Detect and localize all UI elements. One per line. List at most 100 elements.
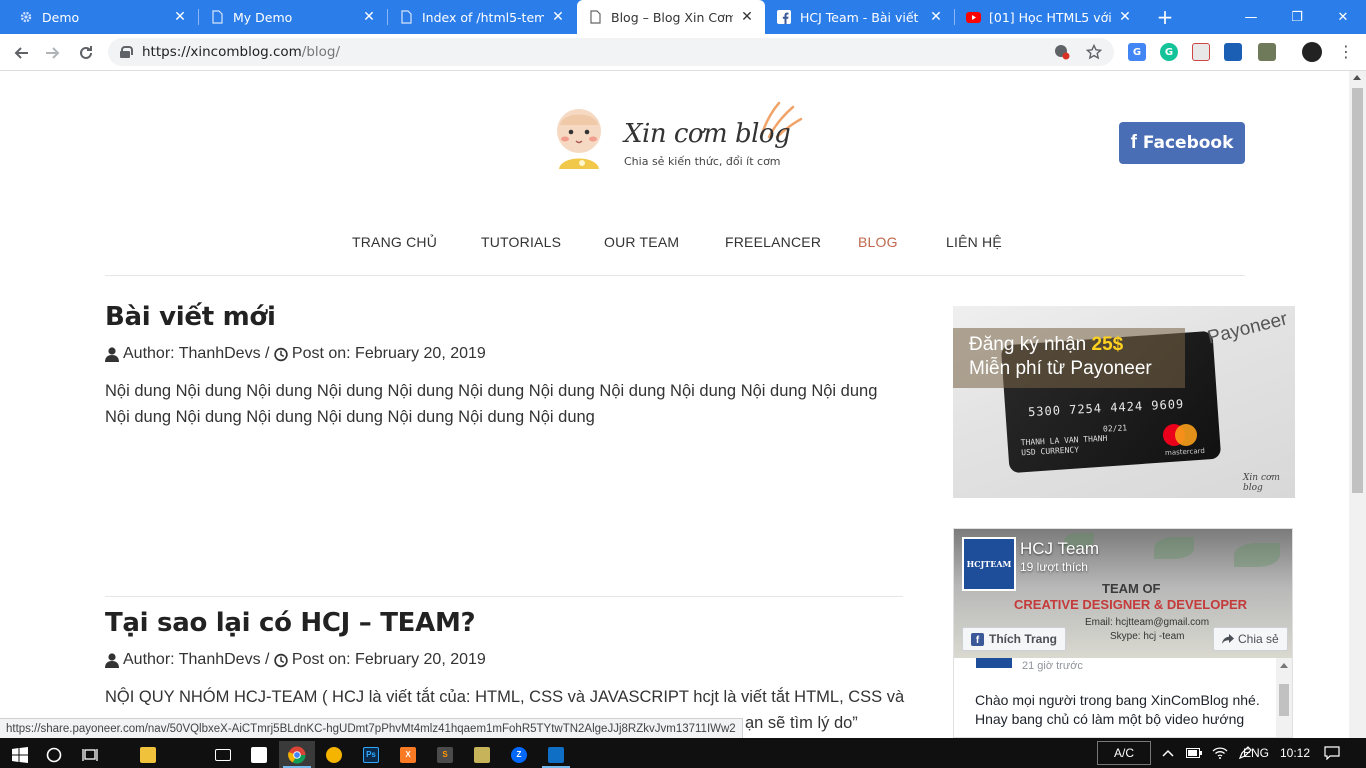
language-indicator[interactable]: ENG bbox=[1243, 738, 1269, 768]
translate-blocked-icon[interactable] bbox=[1054, 44, 1070, 60]
cover-leaf-decoration bbox=[1154, 537, 1194, 559]
file-explorer-app[interactable] bbox=[130, 741, 166, 768]
new-tab-button[interactable]: + bbox=[1153, 0, 1177, 34]
site-logo[interactable]: Xin cơm blog Chia sẻ kiến thức, đổi ít c… bbox=[548, 99, 803, 171]
task-view-button[interactable] bbox=[72, 741, 108, 768]
fb-page-avatar[interactable]: HCJTEAM bbox=[962, 537, 1016, 591]
post-title[interactable]: Bài viết mới bbox=[105, 302, 276, 332]
payoneer-ad-banner[interactable]: 5300 7254 4424 9609 02/21 THANH LA VAN T… bbox=[953, 306, 1295, 498]
google-translate-extension-icon[interactable]: G bbox=[1128, 43, 1146, 61]
tab-youtube[interactable]: [01] Học HTML5 với Pro ✕ bbox=[955, 0, 1143, 34]
tab-title: Blog – Blog Xin Cơm bbox=[611, 9, 733, 25]
tab-title: Index of /html5-templa bbox=[422, 9, 544, 25]
meta-separator: / bbox=[260, 651, 274, 668]
vscode-app[interactable] bbox=[538, 741, 574, 768]
chrome-app[interactable] bbox=[279, 741, 315, 768]
scroll-thumb[interactable] bbox=[1279, 684, 1289, 716]
battery-icon[interactable] bbox=[1186, 738, 1202, 768]
tool-app[interactable] bbox=[464, 741, 500, 768]
nav-item-our-team[interactable]: OUR TEAM bbox=[604, 234, 679, 250]
youtube-icon bbox=[965, 9, 981, 25]
zalo-app[interactable]: Z bbox=[501, 741, 537, 768]
tray-overflow-icon[interactable] bbox=[1162, 738, 1174, 768]
download-extension-icon[interactable] bbox=[1224, 43, 1242, 61]
sublime-icon: S bbox=[437, 746, 453, 763]
profile-avatar[interactable] bbox=[1302, 42, 1322, 62]
meta-separator: / bbox=[260, 345, 274, 362]
facebook-icon: f bbox=[971, 632, 984, 646]
ime-indicator[interactable]: A/C bbox=[1097, 741, 1151, 765]
facebook-page-plugin: TEAM OF CREATIVE DESIGNER & DEVELOPER Em… bbox=[953, 528, 1293, 738]
url-path: /blog/ bbox=[301, 44, 341, 60]
scroll-up-arrow-icon[interactable] bbox=[1353, 75, 1361, 80]
facebook-button[interactable]: f Facebook bbox=[1119, 122, 1245, 164]
close-icon[interactable]: ✕ bbox=[739, 9, 755, 25]
scroll-thumb[interactable] bbox=[1352, 88, 1363, 493]
back-button[interactable] bbox=[7, 39, 35, 67]
address-bar[interactable]: https://xincomblog.com/blog/ bbox=[108, 38, 1114, 66]
grammarly-extension-icon[interactable]: G bbox=[1160, 43, 1178, 61]
nav-item-freelancer[interactable]: FREELANCER bbox=[725, 234, 821, 250]
minimize-button[interactable]: — bbox=[1228, 0, 1274, 34]
post-excerpt-tail: ạn sẽ tìm lý do” bbox=[745, 714, 858, 732]
star-icon[interactable] bbox=[1086, 44, 1102, 60]
page-icon bbox=[587, 9, 603, 25]
start-button[interactable] bbox=[2, 741, 38, 768]
nav-item-contact[interactable]: LIÊN HỆ bbox=[946, 234, 1002, 250]
nav-item-tutorials[interactable]: TUTORIALS bbox=[481, 234, 561, 250]
window-extension-icon[interactable] bbox=[1192, 43, 1210, 61]
fb-page-name[interactable]: HCJ Team bbox=[1020, 539, 1099, 559]
post-date: Post on: February 20, 2019 bbox=[291, 651, 486, 668]
task-view-icon bbox=[82, 748, 98, 761]
reload-button[interactable] bbox=[72, 39, 100, 67]
tool-icon bbox=[474, 746, 490, 763]
nav-item-home[interactable]: TRANG CHỦ bbox=[352, 234, 437, 250]
wifi-icon[interactable] bbox=[1212, 738, 1228, 768]
close-icon[interactable]: ✕ bbox=[1117, 9, 1133, 25]
tab-my-demo[interactable]: My Demo ✕ bbox=[199, 0, 387, 34]
close-icon[interactable]: ✕ bbox=[550, 9, 566, 25]
sublime-app[interactable]: S bbox=[427, 741, 463, 768]
clock[interactable]: 10:12 bbox=[1280, 738, 1310, 768]
fb-like-page-button[interactable]: f Thích Trang bbox=[962, 627, 1067, 651]
fb-page-feed[interactable]: 21 giờ trước Chào mọi người trong bang X… bbox=[954, 658, 1292, 737]
fb-feed-scrollbar[interactable] bbox=[1276, 658, 1292, 737]
link-status-bubble: https://share.payoneer.com/nav/50VQlbxeX… bbox=[0, 718, 743, 738]
facebook-icon bbox=[776, 9, 792, 25]
tab-hcj-team[interactable]: HCJ Team - Bài viết ✕ bbox=[766, 0, 954, 34]
notification-icon[interactable] bbox=[1324, 738, 1340, 768]
post-date: Post on: February 20, 2019 bbox=[291, 345, 486, 362]
close-icon[interactable]: ✕ bbox=[172, 9, 188, 25]
nav-divider bbox=[105, 275, 1245, 276]
page-scrollbar[interactable] bbox=[1349, 71, 1366, 738]
windows-logo-icon bbox=[12, 746, 28, 763]
nav-item-blog[interactable]: BLOG bbox=[858, 234, 898, 250]
forward-arrow-icon bbox=[46, 47, 60, 59]
post-title[interactable]: Tại sao lại có HCJ – TEAM? bbox=[105, 608, 476, 638]
restore-button[interactable]: ❐ bbox=[1274, 0, 1320, 34]
search-button[interactable] bbox=[36, 741, 72, 768]
fb-share-button[interactable]: Chia sẻ bbox=[1213, 627, 1288, 651]
close-icon[interactable]: ✕ bbox=[928, 9, 944, 25]
browser-toolbar: https://xincomblog.com/blog/ G G ⋮ bbox=[0, 34, 1366, 71]
tab-title: My Demo bbox=[233, 9, 293, 25]
close-window-button[interactable]: ✕ bbox=[1320, 0, 1366, 34]
close-icon[interactable]: ✕ bbox=[361, 9, 377, 25]
mail-app[interactable] bbox=[205, 741, 241, 768]
xampp-app[interactable]: X bbox=[390, 741, 426, 768]
photoshop-app[interactable]: Ps bbox=[353, 741, 389, 768]
main-navigation: TRANG CHỦ TUTORIALS OUR TEAM FREELANCER … bbox=[0, 234, 1349, 258]
store-app[interactable] bbox=[241, 741, 277, 768]
tab-blog-active[interactable]: Blog – Blog Xin Cơm ✕ bbox=[577, 0, 765, 34]
menu-dots-icon[interactable]: ⋮ bbox=[1338, 44, 1354, 60]
post-author: Author: ThanhDevs bbox=[123, 345, 261, 362]
chrome-canary-app[interactable] bbox=[316, 741, 352, 768]
tab-index-of[interactable]: Index of /html5-templa ✕ bbox=[388, 0, 576, 34]
scroll-up-arrow-icon[interactable] bbox=[1280, 663, 1288, 668]
color-picker-extension-icon[interactable] bbox=[1258, 43, 1276, 61]
clock-icon bbox=[274, 347, 288, 361]
forward-button[interactable] bbox=[39, 39, 67, 67]
clock-icon bbox=[274, 653, 288, 667]
cover-text-skype: Skype: hcj -team bbox=[1110, 631, 1185, 642]
tab-demo[interactable]: Demo ✕ bbox=[8, 0, 198, 34]
